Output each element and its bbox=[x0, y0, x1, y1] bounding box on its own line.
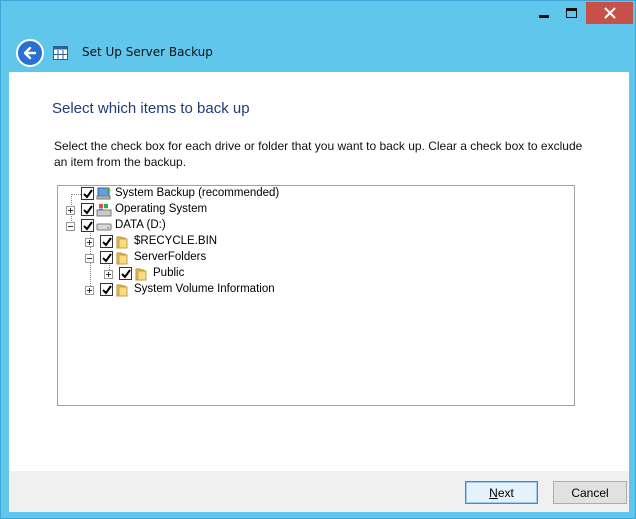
tree-item-data-drive[interactable]: DATA (D:) bbox=[58, 218, 358, 234]
checkbox-system-volume-information[interactable] bbox=[100, 283, 113, 296]
drive-icon bbox=[96, 223, 112, 231]
tree-item-label: Public bbox=[153, 267, 185, 279]
tree-item-recycle-bin[interactable]: $RECYCLE.BIN bbox=[58, 234, 358, 250]
minimize-icon bbox=[538, 14, 549, 18]
cancel-button[interactable]: Cancel bbox=[553, 481, 627, 504]
tree-item-system-backup[interactable]: System Backup (recommended) bbox=[58, 186, 358, 202]
checkbox-operating-system[interactable] bbox=[81, 203, 94, 216]
close-icon bbox=[603, 7, 616, 19]
checkbox-server-folders[interactable] bbox=[100, 251, 113, 264]
close-button[interactable] bbox=[586, 2, 633, 24]
minimize-button[interactable] bbox=[530, 2, 557, 24]
instructions-text: Select the check box for each drive or f… bbox=[54, 139, 583, 169]
next-button-mnemonic: N bbox=[489, 485, 498, 500]
folder-icon bbox=[116, 284, 128, 297]
tree-item-label: DATA (D:) bbox=[115, 219, 166, 231]
expand-icon[interactable] bbox=[66, 206, 75, 215]
next-button[interactable]: Next bbox=[465, 481, 538, 504]
collapse-icon[interactable] bbox=[66, 222, 75, 231]
tree-item-label: $RECYCLE.BIN bbox=[134, 235, 218, 247]
window-title: Set Up Server Backup bbox=[82, 45, 213, 59]
expand-icon[interactable] bbox=[104, 270, 113, 279]
next-button-label: ext bbox=[497, 485, 514, 500]
tree-item-label: System Backup (recommended) bbox=[115, 187, 280, 199]
folder-icon bbox=[135, 268, 147, 281]
server-backup-app-icon bbox=[53, 46, 68, 60]
tree-item-label: Operating System bbox=[115, 203, 208, 215]
backup-items-tree[interactable]: System Backup (recommended) Operating Sy… bbox=[57, 185, 575, 406]
tree-item-operating-system[interactable]: Operating System bbox=[58, 202, 358, 218]
content-panel: Select which items to back up Select the… bbox=[9, 72, 629, 471]
footer-bar: Next Cancel bbox=[9, 471, 629, 512]
system-backup-icon bbox=[96, 187, 111, 200]
tree-item-label: System Volume Information bbox=[134, 283, 275, 295]
tree-item-public[interactable]: Public bbox=[58, 266, 358, 282]
checkbox-data-drive[interactable] bbox=[81, 219, 94, 232]
maximize-icon bbox=[566, 8, 577, 18]
checkbox-recycle-bin[interactable] bbox=[100, 235, 113, 248]
page-heading: Select which items to back up bbox=[52, 100, 250, 117]
maximize-button[interactable] bbox=[558, 2, 585, 24]
checkbox-system-backup[interactable] bbox=[81, 187, 94, 200]
expand-icon[interactable] bbox=[85, 238, 94, 247]
back-arrow-icon bbox=[23, 46, 37, 60]
tree-item-label: ServerFolders bbox=[134, 251, 207, 263]
operating-system-icon bbox=[96, 204, 112, 217]
wizard-window: Set Up Server Backup Select which items … bbox=[0, 0, 636, 519]
checkbox-public[interactable] bbox=[119, 267, 132, 280]
collapse-icon[interactable] bbox=[85, 254, 94, 263]
folder-icon bbox=[116, 252, 128, 265]
back-button[interactable] bbox=[16, 39, 44, 67]
folder-icon bbox=[116, 236, 128, 249]
tree-item-system-volume-information[interactable]: System Volume Information bbox=[58, 282, 358, 298]
tree-item-server-folders[interactable]: ServerFolders bbox=[58, 250, 358, 266]
expand-icon[interactable] bbox=[85, 286, 94, 295]
